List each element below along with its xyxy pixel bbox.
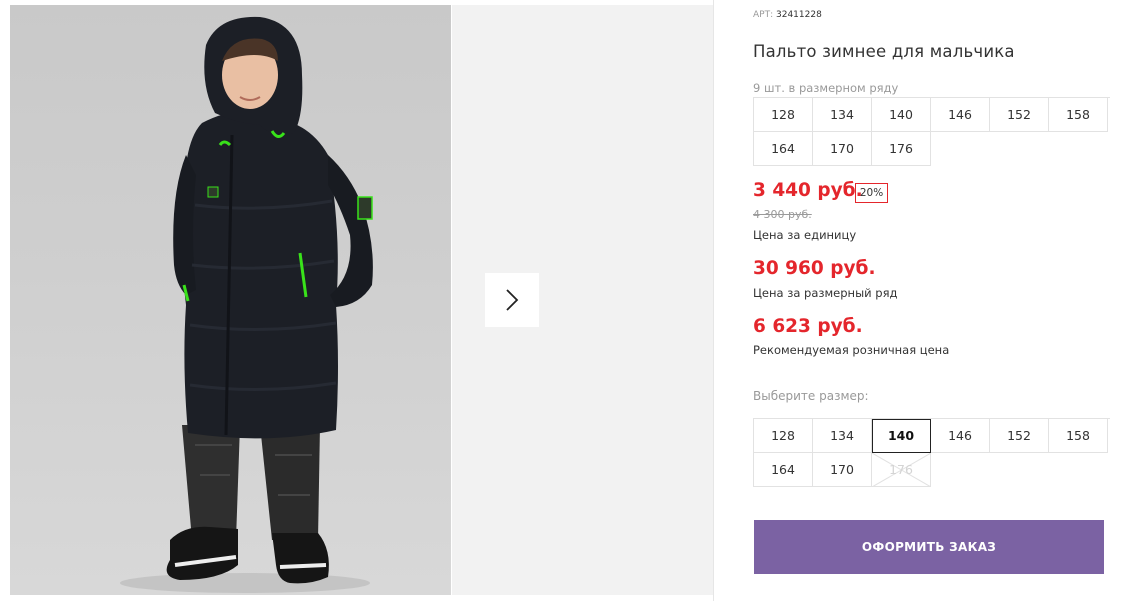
size-option-label: 176 xyxy=(889,462,913,477)
size-row-cell: 170 xyxy=(813,132,872,166)
size-option-134[interactable]: 134 xyxy=(813,419,872,453)
size-row-cell: 152 xyxy=(990,98,1049,132)
size-row-cell: 146 xyxy=(931,98,990,132)
boy-in-winter-coat-illustration xyxy=(120,16,373,593)
size-option-152[interactable]: 152 xyxy=(990,419,1049,453)
size-selector: 128 134 140 146 152 158 164 170 176 xyxy=(753,418,1110,487)
discount-badge: 20% xyxy=(855,183,888,203)
chevron-right-icon xyxy=(506,289,519,311)
size-option-128[interactable]: 128 xyxy=(754,419,813,453)
size-option-158[interactable]: 158 xyxy=(1049,419,1108,453)
size-row-cell: 158 xyxy=(1049,98,1108,132)
article-value: 32411228 xyxy=(776,10,822,20)
retail-price-caption: Рекомендуемая розничная цена xyxy=(753,343,950,357)
place-order-button[interactable]: ОФОРМИТЬ ЗАКАЗ xyxy=(754,520,1104,574)
size-row-cell: 164 xyxy=(754,132,813,166)
size-row-cell: 128 xyxy=(754,98,813,132)
next-image-button[interactable] xyxy=(485,273,539,327)
size-option-164[interactable]: 164 xyxy=(754,453,813,487)
product-photo[interactable] xyxy=(10,5,451,595)
product-title: Пальто зимнее для мальчика xyxy=(753,42,1015,61)
unit-price: 3 440 руб. xyxy=(753,180,863,201)
size-row-price-caption: Цена за размерный ряд xyxy=(753,286,898,300)
old-price: 4 300 руб. xyxy=(753,208,812,221)
size-row-count: 9 шт. в размерном ряду xyxy=(753,81,899,95)
size-row-cell: 140 xyxy=(872,98,931,132)
size-row-price: 30 960 руб. xyxy=(753,258,876,279)
size-option-176-unavailable: 176 xyxy=(872,453,931,487)
unit-price-caption: Цена за единицу xyxy=(753,228,857,242)
size-row-cell: 176 xyxy=(872,132,931,166)
product-gallery xyxy=(0,0,714,601)
size-row-grid: 128 134 140 146 152 158 164 170 176 xyxy=(753,97,1110,166)
size-option-140[interactable]: 140 xyxy=(872,419,931,453)
size-option-170[interactable]: 170 xyxy=(813,453,872,487)
size-option-146[interactable]: 146 xyxy=(931,419,990,453)
article-label: АРТ: xyxy=(753,10,774,20)
article-number: АРТ: 32411228 xyxy=(753,10,822,21)
retail-price: 6 623 руб. xyxy=(753,316,863,337)
product-info: АРТ: 32411228 Пальто зимнее для мальчика… xyxy=(753,0,1110,601)
divider xyxy=(713,0,714,601)
choose-size-label: Выберите размер: xyxy=(753,389,869,403)
size-row-cell: 134 xyxy=(813,98,872,132)
product-page: АРТ: 32411228 Пальто зимнее для мальчика… xyxy=(0,0,1132,601)
